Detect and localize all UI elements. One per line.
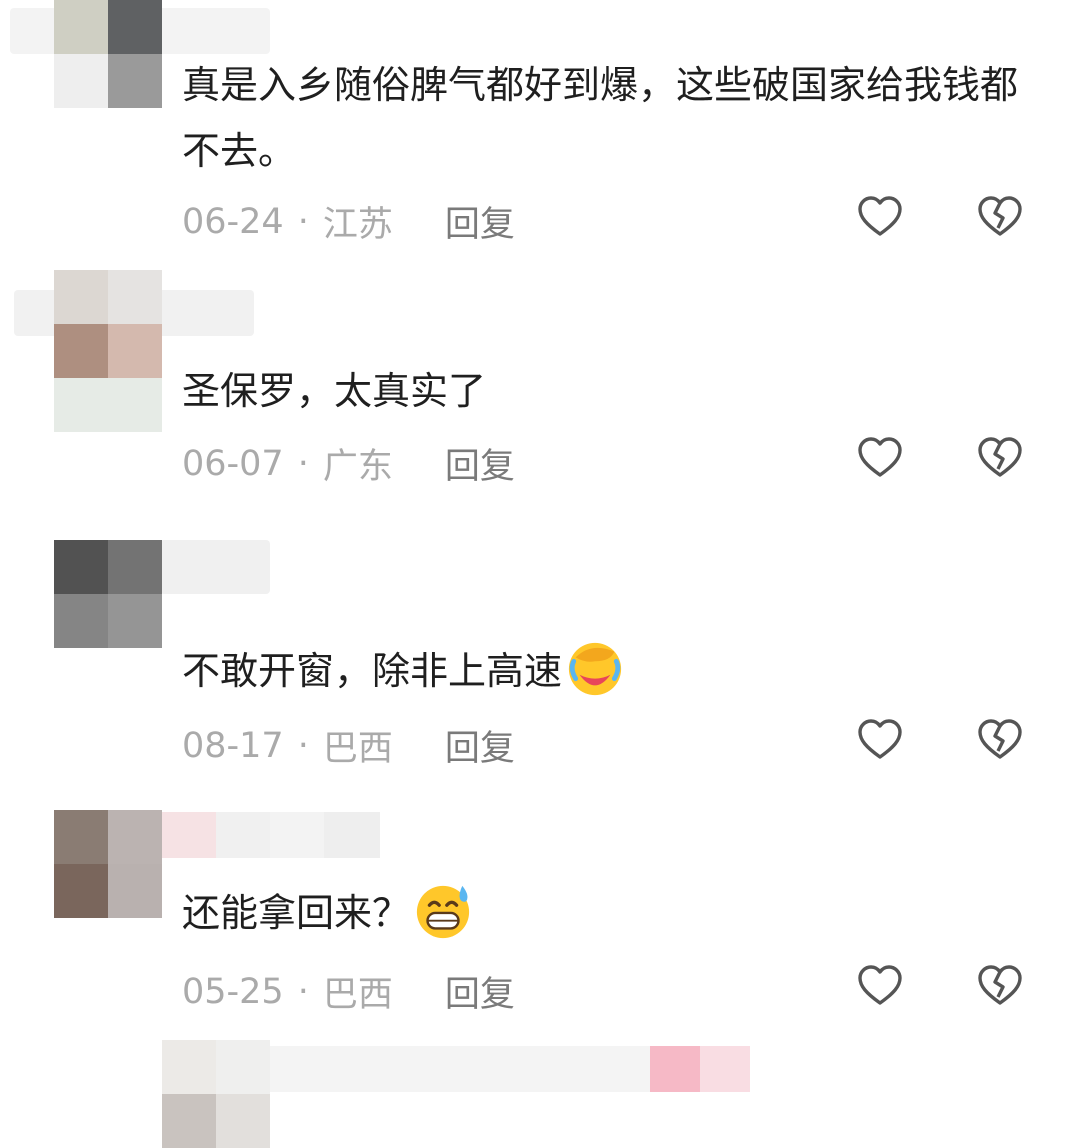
comment-date: 06-24 [182, 201, 284, 242]
grinning-sweat-emoji [416, 885, 470, 939]
avatar[interactable] [162, 1040, 270, 1148]
heart-outline-icon[interactable] [856, 193, 904, 241]
broken-heart-icon[interactable] [976, 434, 1024, 482]
broken-heart-icon[interactable] [976, 716, 1024, 764]
heart-outline-icon[interactable] [856, 962, 904, 1010]
comment-meta: 06-07 · 广东 回复 [182, 438, 515, 489]
avatar[interactable] [54, 540, 162, 648]
comment-meta: 05-25 · 巴西 回复 [182, 966, 515, 1017]
reply-button[interactable]: 回复 [445, 966, 515, 1017]
avatar[interactable] [54, 270, 162, 378]
avatar[interactable] [54, 810, 162, 918]
reply-button[interactable]: 回复 [445, 196, 515, 247]
comment-text-content: 不敢开窗，除非上高速 [182, 649, 563, 693]
avatar-lower-blur [54, 378, 162, 432]
username-blurred[interactable] [160, 812, 380, 862]
heart-outline-icon[interactable] [856, 434, 904, 482]
heart-outline-icon[interactable] [856, 716, 904, 764]
username-blurred[interactable] [270, 1046, 750, 1116]
comment-location: 巴西 [322, 729, 393, 769]
comment-meta: 08-17 · 巴西 回复 [182, 720, 515, 771]
comment-date: 06-07 [182, 443, 284, 484]
meta-separator: · [297, 201, 309, 242]
reply-button[interactable]: 回复 [445, 438, 515, 489]
comment-date: 05-25 [182, 971, 284, 1012]
comment-text: 圣保罗，太真实了 [182, 369, 487, 413]
comment-text: 还能拿回来？ [182, 880, 1022, 946]
username-blurred[interactable] [160, 540, 270, 594]
comment-date: 08-17 [182, 725, 284, 766]
meta-separator: · [297, 725, 309, 766]
reply-button[interactable]: 回复 [445, 720, 515, 771]
comment-text-content: 还能拿回来？ [182, 891, 411, 935]
comment-location: 巴西 [322, 975, 393, 1015]
comment-location: 江苏 [322, 205, 393, 245]
comment-text: 真是入乡随俗脾气都好到爆，这些破国家给我钱都不去。 [182, 63, 1019, 173]
broken-heart-icon[interactable] [976, 193, 1024, 241]
avatar[interactable] [54, 0, 162, 108]
meta-separator: · [297, 443, 309, 484]
comment-meta: 06-24 · 江苏 回复 [182, 196, 515, 247]
meta-separator: · [297, 971, 309, 1012]
comment-location: 广东 [322, 447, 393, 487]
broken-heart-icon[interactable] [976, 962, 1024, 1010]
face-palm-crying-emoji [568, 642, 622, 696]
comment-text: 不敢开窗，除非上高速 [182, 638, 1022, 704]
